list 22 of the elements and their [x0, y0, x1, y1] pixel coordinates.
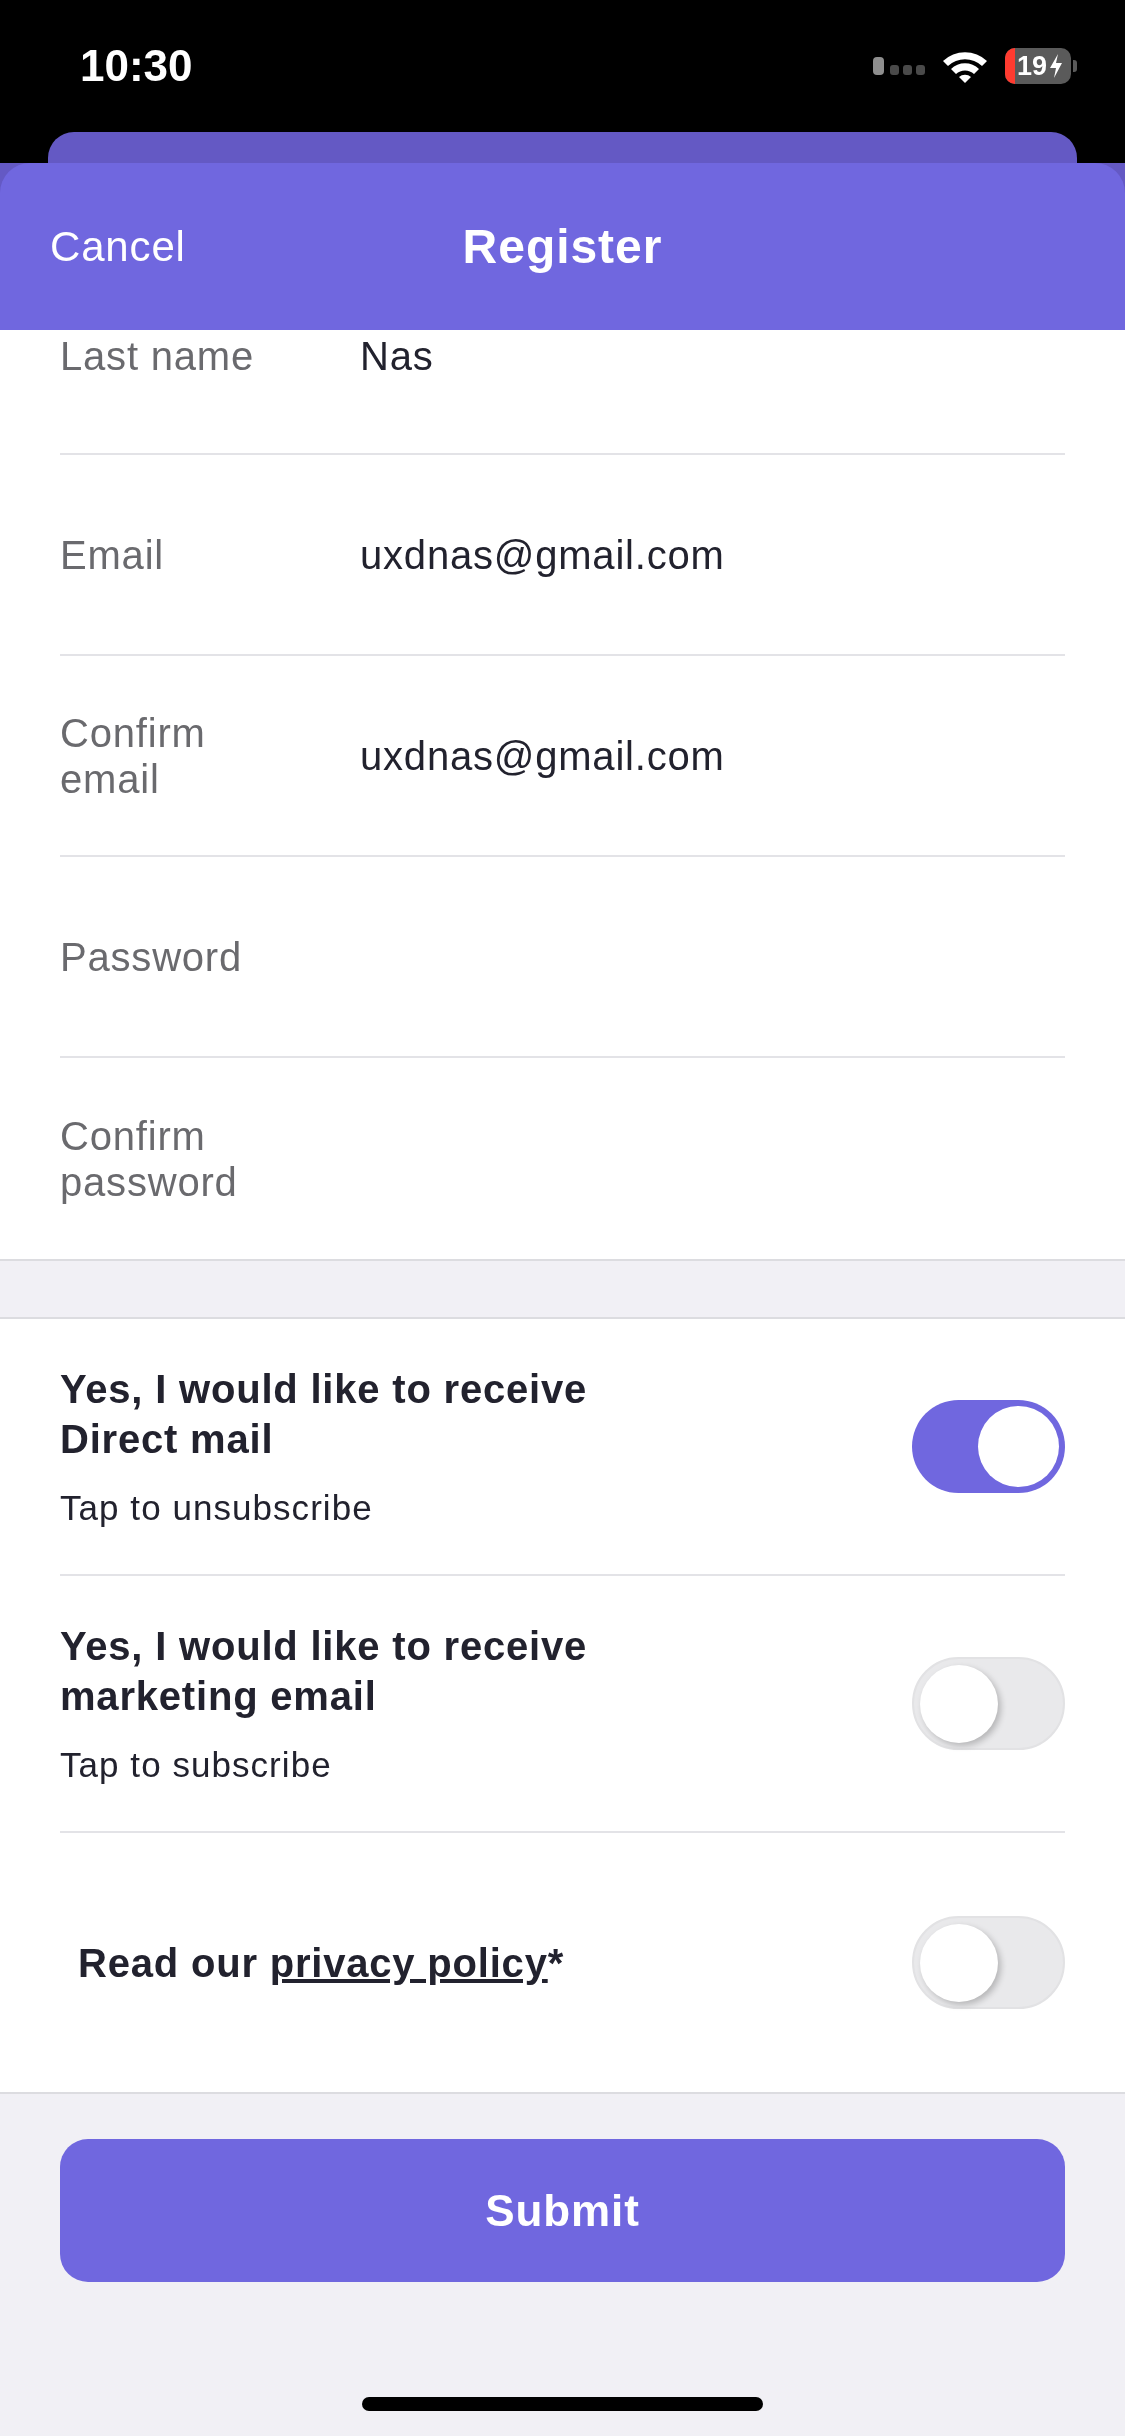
field-label: Password: [60, 933, 244, 980]
privacy-policy-link[interactable]: privacy policy: [269, 1940, 548, 1985]
field-label: Confirm password: [60, 1112, 239, 1205]
field-label: Confirm email: [60, 709, 207, 802]
battery-percent: 19: [1017, 50, 1048, 83]
signal-icon: [873, 57, 925, 75]
preference-subtitle: Tap to subscribe: [60, 1743, 333, 1786]
submit-button[interactable]: Submit: [60, 2139, 1065, 2282]
status-time: 10:30: [80, 40, 193, 92]
input-field[interactable]: uxdnas@gmail.com: [360, 531, 1065, 578]
input-field[interactable]: uxdnas@gmail.com: [360, 732, 1065, 779]
battery-icon: [1005, 48, 1077, 84]
preference-subtitle: Tap to unsubscribe: [60, 1486, 374, 1529]
wifi-icon: [941, 49, 989, 83]
preference-title: Yes, I would like to receive marketing email: [60, 1622, 589, 1720]
preference-title: Yes, I would like to receive Direct mail: [60, 1365, 589, 1463]
policy-text: Read our privacy policy*: [78, 1939, 565, 1987]
field-label: Email: [60, 531, 166, 578]
input-field[interactable]: Nas: [360, 333, 1065, 379]
cancel-button[interactable]: Cancel: [50, 215, 186, 278]
page-title: Register: [462, 218, 663, 275]
field-label: Last name: [60, 333, 255, 379]
